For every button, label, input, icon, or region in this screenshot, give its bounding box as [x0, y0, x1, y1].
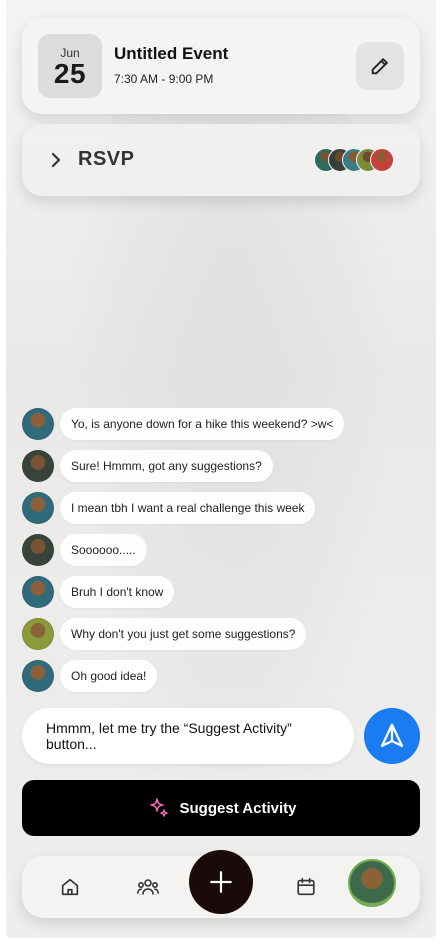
event-card: Jun 25 Untitled Event 7:30 AM - 9:00 PM — [22, 18, 420, 114]
chevron-right-icon — [51, 152, 61, 168]
chat-message: Why don't you just get some suggestions? — [22, 618, 307, 650]
plus-icon — [210, 871, 232, 893]
bottom-nav — [22, 850, 420, 918]
event-time[interactable]: 7:30 AM - 9:00 PM — [114, 72, 213, 86]
message-bubble: Bruh I don't know — [60, 576, 175, 608]
avatar[interactable] — [22, 534, 54, 566]
suggest-activity-button[interactable]: Suggest Activity — [22, 780, 420, 836]
home-icon — [61, 878, 79, 896]
message-bubble: Yo, is anyone down for a hike this weeke… — [60, 408, 345, 440]
message-bubble: Why don't you just get some suggestions? — [60, 618, 307, 650]
calendar-icon — [297, 877, 315, 896]
chat-message: Oh good idea! — [22, 660, 158, 692]
avatar[interactable] — [22, 450, 54, 482]
group-icon — [137, 879, 159, 895]
chat-message: Yo, is anyone down for a hike this weeke… — [22, 408, 345, 440]
avatar[interactable] — [22, 660, 54, 692]
avatar[interactable] — [22, 492, 54, 524]
profile-avatar[interactable] — [348, 859, 396, 907]
sparkle-icon — [149, 798, 168, 817]
rsvp-card[interactable]: RSVP — [22, 124, 420, 196]
send-icon — [380, 723, 404, 748]
rsvp-label: RSVP — [78, 148, 135, 170]
chat-message: Bruh I don't know — [22, 576, 175, 608]
chat-message: Soooooo..... — [22, 534, 147, 566]
avatar[interactable] — [22, 576, 54, 608]
suggest-activity-label: Suggest Activity — [179, 799, 297, 817]
avatar — [370, 148, 394, 172]
nav-calendar[interactable] — [292, 873, 320, 901]
pencil-icon — [371, 58, 388, 75]
nav-home[interactable] — [56, 873, 84, 901]
rsvp-avatar-stack — [314, 148, 398, 172]
message-bubble: I mean tbh I want a real challenge this … — [60, 492, 316, 524]
chat-message: Sure! Hmmm, got any suggestions? — [22, 450, 273, 482]
message-bubble: Sure! Hmmm, got any suggestions? — [60, 450, 273, 482]
message-bubble: Soooooo..... — [60, 534, 147, 566]
add-button[interactable] — [189, 850, 253, 914]
edit-button[interactable] — [356, 42, 404, 90]
message-input[interactable]: Hmmm, let me try the “Suggest Activity” … — [22, 708, 354, 764]
event-title[interactable]: Untitled Event — [114, 44, 228, 64]
chat-message: I mean tbh I want a real challenge this … — [22, 492, 316, 524]
avatar[interactable] — [22, 408, 54, 440]
send-button[interactable] — [364, 708, 420, 764]
avatar[interactable] — [22, 618, 54, 650]
nav-group[interactable] — [134, 873, 162, 901]
app-screen: Jun 25 Untitled Event 7:30 AM - 9:00 PM … — [6, 0, 436, 938]
message-bubble: Oh good idea! — [60, 660, 158, 692]
date-badge: Jun 25 — [38, 34, 102, 98]
event-day: 25 — [53, 58, 87, 89]
